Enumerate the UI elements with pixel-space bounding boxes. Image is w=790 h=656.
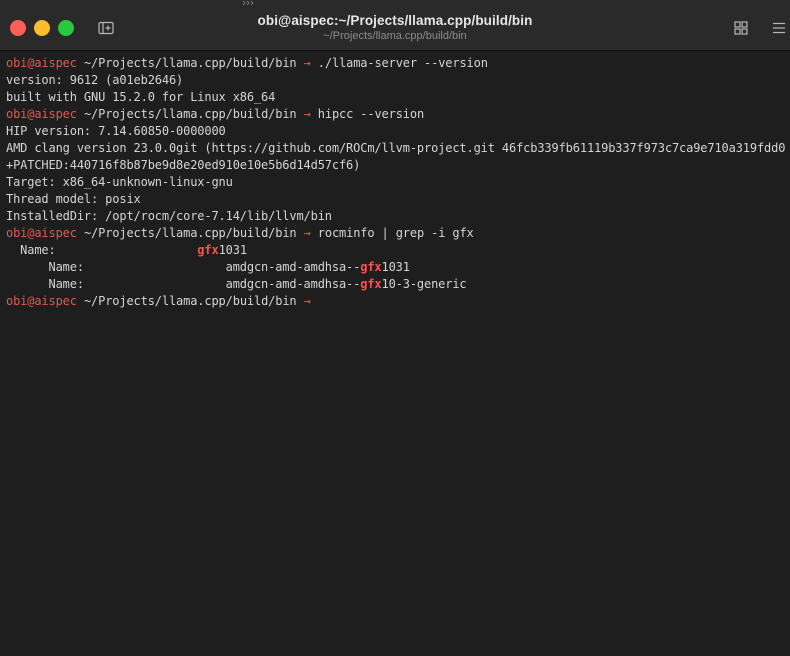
terminal-window: obi@aispec:~/Projects/llama.cpp/build/bi…: [0, 0, 790, 656]
output-text: AMD clang version 23.0.0git (https://git…: [6, 141, 786, 155]
prompt-line: obi@aispec ~/Projects/llama.cpp/build/bi…: [6, 293, 790, 310]
output-text: 1031: [381, 260, 410, 274]
grep-match: gfx: [197, 243, 219, 257]
prompt-arrow-icon: →: [303, 226, 311, 240]
window-subtitle: ~/Projects/llama.cpp/build/bin: [323, 30, 467, 42]
prompt-arrow-icon: →: [303, 294, 311, 308]
prompt-user: obi@aispec: [6, 56, 77, 70]
grid-icon[interactable]: [734, 21, 748, 35]
output-line: HIP version: 7.14.60850-0000000: [6, 123, 790, 140]
grep-output-line: Name: amdgcn-amd-amdhsa--gfx1031: [6, 259, 790, 276]
prompt-command: hipcc --version: [317, 107, 425, 121]
terminal-output[interactable]: obi@aispec ~/Projects/llama.cpp/build/bi…: [0, 55, 790, 655]
output-line: version: 9612 (a01eb2646): [6, 72, 790, 89]
output-text: Name: amdgcn-amd-amdhsa--: [6, 277, 361, 291]
window-title: obi@aispec:~/Projects/llama.cpp/build/bi…: [257, 13, 533, 28]
menu-icon[interactable]: [772, 21, 786, 35]
prompt-line: obi@aispec ~/Projects/llama.cpp/build/bi…: [6, 55, 790, 72]
prompt-path: ~/Projects/llama.cpp/build/bin: [83, 107, 297, 121]
prompt-path: ~/Projects/llama.cpp/build/bin: [83, 56, 297, 70]
prompt-line: obi@aispec ~/Projects/llama.cpp/build/bi…: [6, 225, 790, 242]
prompt-command: rocminfo | grep -i gfx: [317, 226, 474, 240]
output-text: Target: x86_64-unknown-linux-gnu: [6, 175, 233, 189]
prompt-line: obi@aispec ~/Projects/llama.cpp/build/bi…: [6, 106, 790, 123]
output-text: HIP version: 7.14.60850-0000000: [6, 124, 226, 138]
grep-match: gfx: [360, 260, 382, 274]
output-text: Thread model: posix: [6, 192, 141, 206]
output-text: +PATCHED:440716f8b87be9d8e20ed910e10e5b6…: [6, 158, 361, 172]
prompt-command: ./llama-server --version: [317, 56, 488, 70]
grep-output-line: Name: gfx1031: [6, 242, 790, 259]
output-text: 10-3-generic: [381, 277, 467, 291]
prompt-arrow-icon: →: [303, 107, 311, 121]
title-bar[interactable]: obi@aispec:~/Projects/llama.cpp/build/bi…: [0, 0, 790, 51]
output-line: +PATCHED:440716f8b87be9d8e20ed910e10e5b6…: [6, 157, 790, 174]
output-line: Thread model: posix: [6, 191, 790, 208]
output-line: built with GNU 15.2.0 for Linux x86_64: [6, 89, 790, 106]
output-text: 1031: [218, 243, 247, 257]
output-text: version: 9612 (a01eb2646): [6, 73, 184, 87]
prompt-user: obi@aispec: [6, 294, 77, 308]
output-line: Target: x86_64-unknown-linux-gnu: [6, 174, 790, 191]
prompt-user: obi@aispec: [6, 226, 77, 240]
prompt-user: obi@aispec: [6, 107, 77, 121]
prompt-path: ~/Projects/llama.cpp/build/bin: [83, 226, 297, 240]
grep-match: gfx: [360, 277, 382, 291]
output-text: Name:: [6, 243, 198, 257]
output-line: AMD clang version 23.0.0git (https://git…: [6, 140, 790, 157]
output-text: built with GNU 15.2.0 for Linux x86_64: [6, 90, 276, 104]
drag-grip-icon: [242, 0, 254, 6]
grep-output-line: Name: amdgcn-amd-amdhsa--gfx10-3-generic: [6, 276, 790, 293]
prompt-path: ~/Projects/llama.cpp/build/bin: [83, 294, 297, 308]
output-line: InstalledDir: /opt/rocm/core-7.14/lib/ll…: [6, 208, 790, 225]
output-text: InstalledDir: /opt/rocm/core-7.14/lib/ll…: [6, 209, 332, 223]
prompt-arrow-icon: →: [303, 56, 311, 70]
output-text: Name: amdgcn-amd-amdhsa--: [6, 260, 361, 274]
